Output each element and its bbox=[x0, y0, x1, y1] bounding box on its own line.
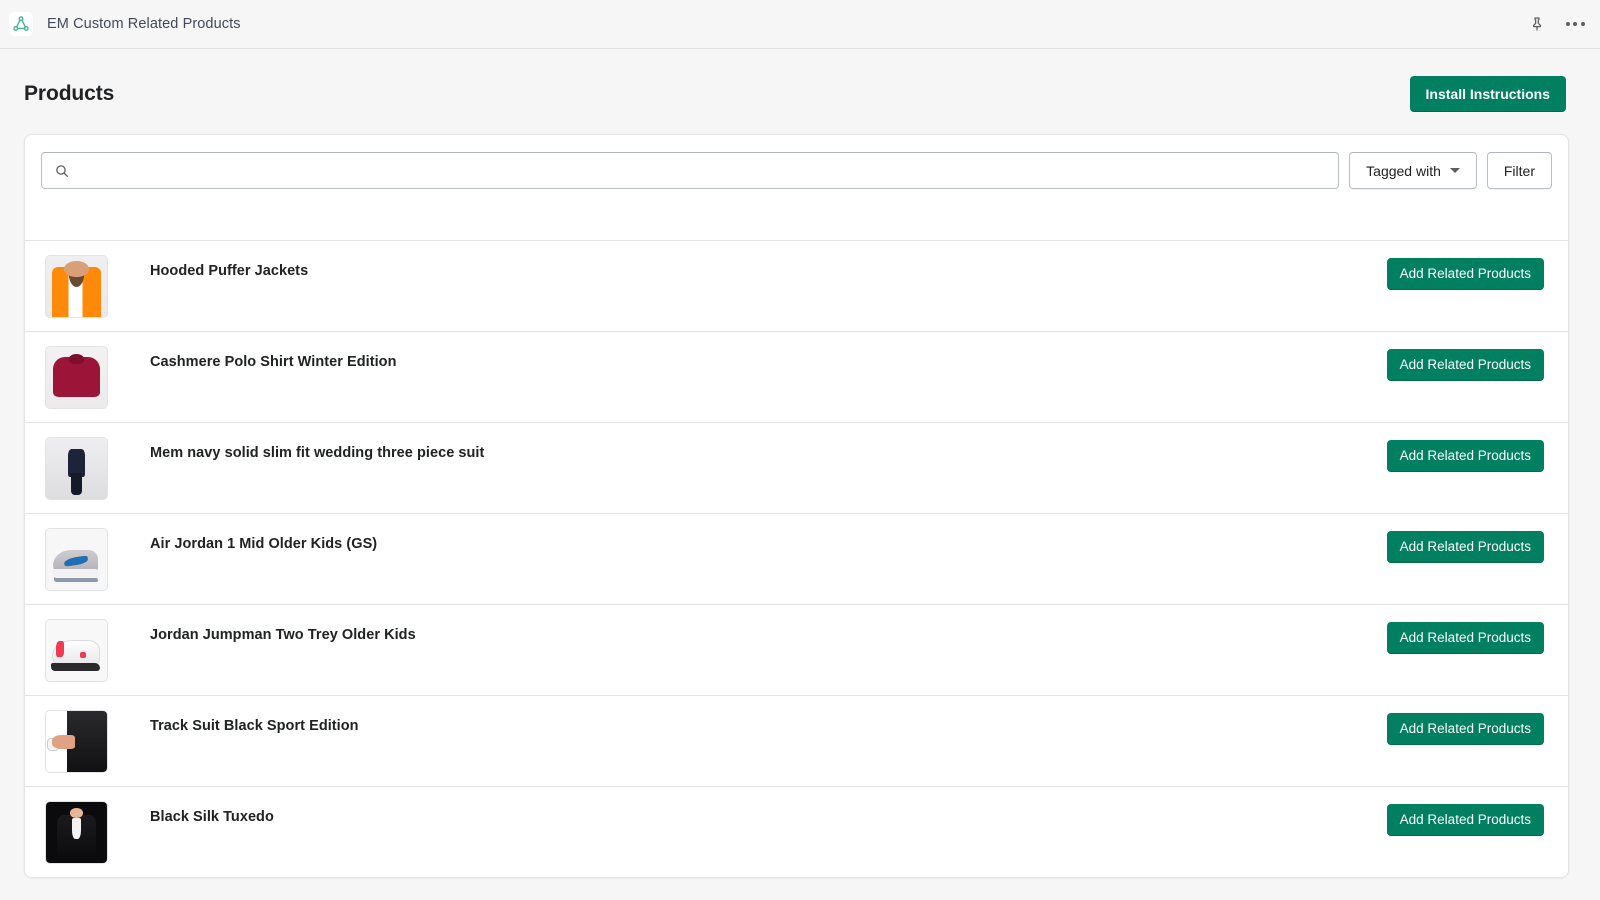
grey-blue-air-jordan-1-sneaker-image bbox=[46, 529, 107, 590]
chevron-down-icon bbox=[1449, 168, 1460, 173]
product-row-action: Add Related Products bbox=[1386, 531, 1544, 563]
add-related-products-button[interactable]: Add Related Products bbox=[1386, 713, 1544, 745]
product-row-action: Add Related Products bbox=[1386, 349, 1544, 381]
product-row: Hooded Puffer Jackets Add Related Product… bbox=[25, 240, 1568, 331]
burgundy-polo-shirt-image bbox=[46, 347, 107, 408]
pin-icon[interactable] bbox=[1526, 13, 1548, 35]
add-related-products-button[interactable]: Add Related Products bbox=[1386, 440, 1544, 472]
swoosh-detail bbox=[63, 555, 90, 567]
product-title: Air Jordan 1 Mid Older Kids (GS) bbox=[150, 536, 378, 552]
man-in-black-silk-tuxedo-image bbox=[46, 802, 107, 863]
app-title: EM Custom Related Products bbox=[47, 16, 241, 32]
shirt-detail bbox=[72, 817, 81, 839]
product-thumbnail bbox=[45, 619, 108, 682]
product-row: Cashmere Polo Shirt Winter Edition Add Re… bbox=[25, 331, 1568, 422]
product-thumbnail bbox=[45, 437, 108, 500]
product-row-action: Add Related Products bbox=[1386, 622, 1544, 654]
product-thumbnail bbox=[45, 710, 108, 773]
product-thumbnail bbox=[45, 801, 108, 864]
product-thumbnail bbox=[45, 346, 108, 409]
product-title: Black Silk Tuxedo bbox=[150, 809, 274, 825]
product-row-action: Add Related Products bbox=[1386, 713, 1544, 745]
product-title: Jordan Jumpman Two Trey Older Kids bbox=[150, 627, 416, 643]
page-header: Products Install Instructions bbox=[0, 49, 1600, 134]
add-related-products-button[interactable]: Add Related Products bbox=[1386, 349, 1544, 381]
product-row: Mem navy solid slim fit wedding three pi… bbox=[25, 422, 1568, 513]
filter-button-label: Filter bbox=[1503, 162, 1535, 179]
black-track-suit-jacket-image bbox=[46, 711, 107, 772]
accent-detail bbox=[55, 640, 65, 657]
install-instructions-button[interactable]: Install Instructions bbox=[1409, 76, 1566, 112]
search-field-wrapper bbox=[41, 152, 1340, 189]
accent2-detail bbox=[80, 651, 86, 658]
product-list: Hooded Puffer Jackets Add Related Product… bbox=[25, 240, 1568, 877]
product-row: Black Silk Tuxedo Add Related Products bbox=[25, 786, 1568, 877]
filter-button[interactable]: Filter bbox=[1486, 152, 1552, 189]
product-thumbnail bbox=[45, 528, 108, 591]
filter-toolbar: Tagged with Filter bbox=[25, 135, 1568, 240]
more-horizontal-icon[interactable] bbox=[1564, 13, 1586, 35]
appbar-actions bbox=[1526, 13, 1586, 35]
tagged-with-label: Tagged with bbox=[1366, 162, 1441, 179]
tagged-with-dropdown[interactable]: Tagged with bbox=[1349, 152, 1477, 189]
product-row-action: Add Related Products bbox=[1386, 258, 1544, 290]
product-title: Track Suit Black Sport Edition bbox=[150, 718, 359, 734]
product-title: Cashmere Polo Shirt Winter Edition bbox=[150, 354, 397, 370]
cuff-detail bbox=[48, 739, 59, 751]
man-in-navy-three-piece-suit-image bbox=[46, 438, 107, 499]
woman-in-orange-puffer-jacket-image bbox=[46, 256, 107, 317]
product-row: Air Jordan 1 Mid Older Kids (GS) Add Rela… bbox=[25, 513, 1568, 604]
add-related-products-button[interactable]: Add Related Products bbox=[1386, 622, 1544, 654]
product-thumbnail bbox=[45, 255, 108, 318]
add-related-products-button[interactable]: Add Related Products bbox=[1386, 258, 1544, 290]
product-title: Hooded Puffer Jackets bbox=[150, 263, 309, 279]
add-related-products-button[interactable]: Add Related Products bbox=[1386, 804, 1544, 836]
related-products-nodes-icon bbox=[9, 12, 33, 36]
product-row-action: Add Related Products bbox=[1386, 804, 1544, 836]
product-row-action: Add Related Products bbox=[1386, 440, 1544, 472]
product-title: Mem navy solid slim fit wedding three pi… bbox=[150, 445, 485, 461]
app-top-bar: EM Custom Related Products bbox=[0, 0, 1600, 49]
product-row: Track Suit Black Sport Edition Add Relate… bbox=[25, 695, 1568, 786]
white-red-jordan-jumpman-sneaker-image bbox=[46, 620, 107, 681]
products-card: Tagged with Filter Hooded Puffer Jackets… bbox=[24, 134, 1569, 878]
add-related-products-button[interactable]: Add Related Products bbox=[1386, 531, 1544, 563]
search-input[interactable] bbox=[41, 152, 1340, 189]
product-row: Jordan Jumpman Two Trey Older Kids Add Re… bbox=[25, 604, 1568, 695]
page-title: Products bbox=[24, 82, 115, 105]
